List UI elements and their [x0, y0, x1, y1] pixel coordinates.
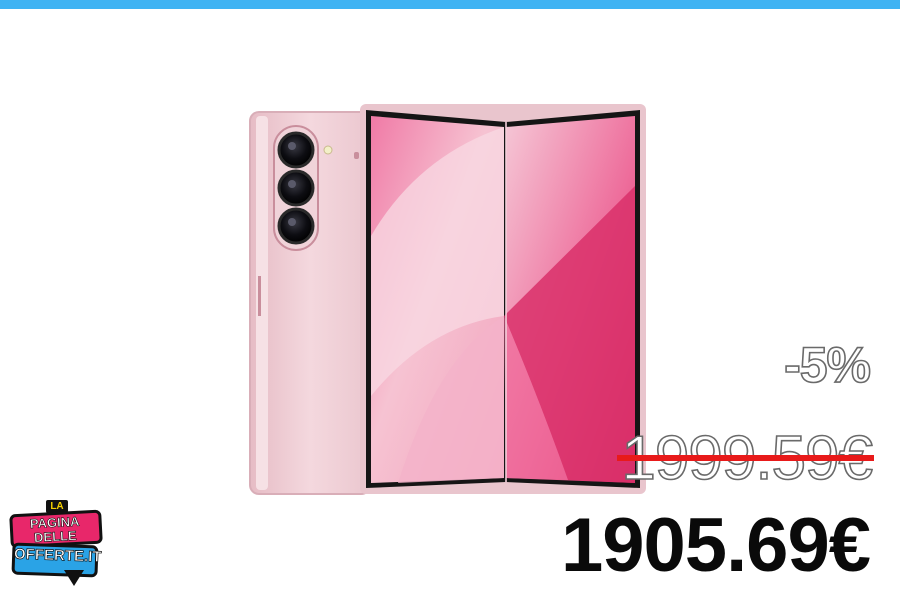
price-strikethrough: [617, 455, 874, 461]
product-image: [249, 104, 646, 495]
logo-text-offerte: OFFERTE.IT: [13, 545, 102, 566]
discount-badge: -5%: [783, 337, 872, 393]
top-accent-bar: [0, 0, 900, 9]
old-price-container: 1999.59€: [617, 427, 874, 492]
logo-text-pagina-delle: PAGINA DELLE: [29, 513, 80, 546]
new-price: 1905.69€: [561, 503, 871, 588]
phone-front: [360, 104, 646, 494]
phone-back: [249, 111, 371, 495]
logo-speech-tail: [64, 570, 84, 586]
site-logo[interactable]: LA PAGINA DELLE OFFERTE.IT: [8, 500, 103, 596]
